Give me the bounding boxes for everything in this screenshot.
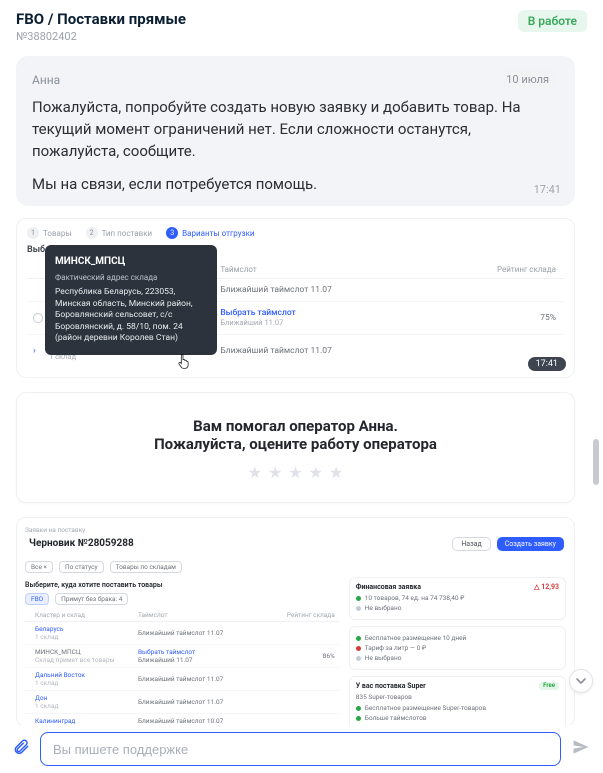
star-icon[interactable]: ★ xyxy=(268,463,282,482)
date-chip: 10 июля xyxy=(496,70,559,89)
timestamp-pill: 17:41 xyxy=(528,357,566,371)
message-text: Мы на связи, если потребуется помощь. xyxy=(32,174,559,196)
message-author: Анна xyxy=(32,73,60,87)
rating-card: Вам помогал оператор Анна. Пожалуйста, о… xyxy=(16,392,575,503)
composer xyxy=(0,725,603,773)
page-subtitle: №38802402 xyxy=(16,30,186,43)
message-time: 17:41 xyxy=(534,183,561,196)
tooltip: МИНСК_МПСЦ Фактический адрес склада Респ… xyxy=(45,245,217,355)
scrollbar[interactable] xyxy=(591,46,601,723)
cursor-pointer-icon xyxy=(177,353,191,372)
message-bubble: Анна 10 июля Пожалуйста, попробуйте созд… xyxy=(16,56,575,206)
message-text: Пожалуйста, попробуйте создать новую зая… xyxy=(32,97,559,162)
star-icon[interactable]: ★ xyxy=(248,463,262,482)
chat-header: FBO / Поставки прямые №38802402 В работе xyxy=(0,0,603,49)
create-button: Создать заявку xyxy=(497,537,564,551)
star-icon[interactable]: ★ xyxy=(309,463,323,482)
star-icon[interactable]: ★ xyxy=(288,463,302,482)
send-icon[interactable] xyxy=(571,737,591,762)
page-title: FBO / Поставки прямые xyxy=(16,10,186,28)
message-input[interactable] xyxy=(40,732,561,766)
steps-row: 1Товары 2Тип поставки 3Варианты отгрузки xyxy=(27,227,564,239)
back-button: Назад xyxy=(452,537,490,551)
attachment-image[interactable]: 1Товары 2Тип поставки 3Варианты отгрузки… xyxy=(16,218,575,378)
rating-stars: ★ ★ ★ ★ ★ xyxy=(33,463,558,482)
attachment-image[interactable]: Заявки на поставку Черновик №28059288 На… xyxy=(16,517,575,725)
scrollbar-thumb[interactable] xyxy=(593,439,599,485)
status-badge: В работе xyxy=(518,10,587,32)
scroll-down-button[interactable] xyxy=(569,669,593,693)
star-icon[interactable]: ★ xyxy=(329,463,343,482)
attach-icon[interactable] xyxy=(12,738,30,761)
rating-title: Вам помогал оператор Анна. Пожалуйста, о… xyxy=(33,417,558,453)
chat-scroll-area[interactable]: Анна 10 июля Пожалуйста, попробуйте созд… xyxy=(0,46,603,725)
